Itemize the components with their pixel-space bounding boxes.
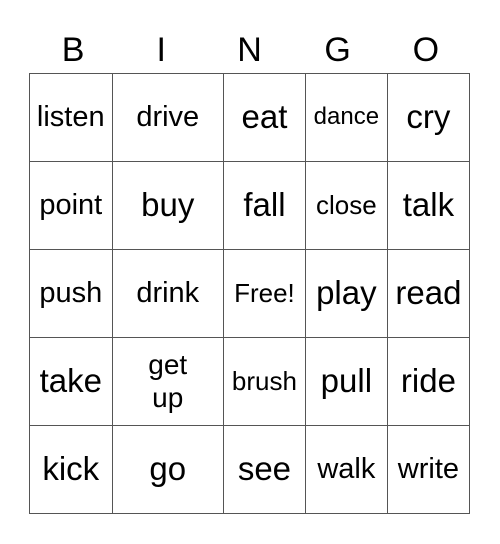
bingo-row: point buy fall close talk: [29, 161, 471, 250]
bingo-card: listen drive eat dance cry point buy fal…: [29, 73, 471, 514]
bingo-cell[interactable]: push: [29, 249, 113, 338]
bingo-row: push drink Free! play read: [29, 249, 471, 338]
header-letter: N: [237, 31, 262, 69]
bingo-cell[interactable]: play: [304, 249, 388, 338]
bingo-row: kick go see walk write: [29, 425, 471, 514]
bingo-cell[interactable]: ride: [386, 337, 471, 426]
bingo-cell[interactable]: talk: [386, 161, 471, 250]
header-letter: I: [156, 31, 166, 69]
bingo-cell[interactable]: kick: [29, 425, 113, 514]
bingo-cell[interactable]: buy: [111, 161, 225, 250]
bingo-cell[interactable]: take: [29, 337, 113, 426]
free-space-cell[interactable]: Free!: [223, 249, 306, 338]
header-letter: B: [61, 31, 85, 69]
bingo-row: listen drive eat dance cry: [29, 73, 471, 162]
bingo-cell[interactable]: drive: [111, 73, 225, 162]
bingo-cell[interactable]: brush: [223, 337, 306, 426]
bingo-cell[interactable]: dance: [304, 73, 388, 162]
bingo-cell[interactable]: read: [386, 249, 471, 338]
bingo-cell[interactable]: see: [223, 425, 306, 514]
bingo-cell[interactable]: eat: [223, 73, 306, 162]
header-letter: O: [412, 31, 440, 69]
bingo-cell[interactable]: listen: [29, 73, 113, 162]
bingo-cell[interactable]: close: [304, 161, 388, 250]
bingo-header: B I N G O: [29, 28, 470, 72]
bingo-cell[interactable]: point: [29, 161, 113, 250]
bingo-cell[interactable]: fall: [223, 161, 306, 250]
bingo-cell[interactable]: walk: [304, 425, 388, 514]
header-letter: G: [324, 31, 351, 69]
bingo-cell[interactable]: drink: [111, 249, 225, 338]
bingo-cell[interactable]: pull: [304, 337, 388, 426]
bingo-cell[interactable]: go: [111, 425, 225, 514]
bingo-cell[interactable]: get up: [111, 337, 225, 426]
bingo-cell[interactable]: cry: [386, 73, 471, 162]
bingo-row: take get up brush pull ride: [29, 337, 471, 426]
bingo-cell[interactable]: write: [386, 425, 471, 514]
